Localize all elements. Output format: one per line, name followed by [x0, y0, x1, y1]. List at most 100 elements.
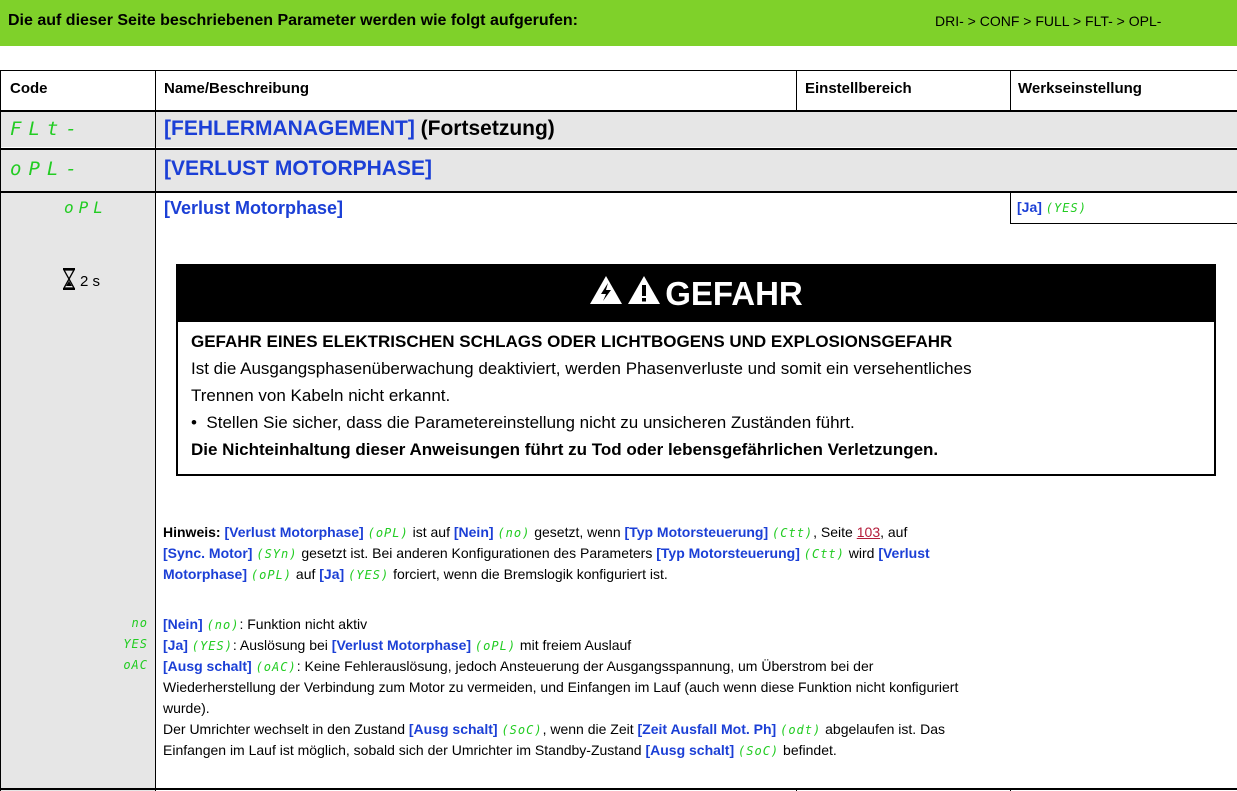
danger-box: GEFAHR GEFAHR EINES ELEKTRISCHEN SCHLAGS… — [176, 264, 1216, 476]
option-ref-code: (oPL) — [474, 639, 517, 653]
continuation-line-4: Einfangen im Lauf ist möglich, sobald si… — [163, 740, 837, 761]
note-code: (oPL) — [367, 526, 409, 540]
continuation-line-1: Wiederherstellung der Verbindung zum Mot… — [163, 679, 959, 695]
option-text: : Keine Fehlerauslösung, jedoch Ansteuer… — [296, 658, 874, 674]
electric-hazard-icon — [589, 275, 623, 313]
note-ref-param: [Verlust — [878, 545, 930, 561]
note-text: gesetzt, wenn — [530, 524, 625, 540]
danger-warning: Die Nichteinhaltung dieser Anweisungen f… — [191, 440, 939, 459]
cont-text: abgelaufen ist. Das — [821, 721, 945, 737]
top-banner: Die auf dieser Seite beschriebenen Param… — [0, 0, 1237, 46]
option-yes: [Ja] (YES): Auslösung bei [Verlust Motor… — [163, 635, 631, 656]
note-ref-param: [Nein] — [453, 524, 494, 540]
cont-text: Der Umrichter wechselt in den Zustand — [163, 721, 409, 737]
note-code: (Ctt) — [803, 547, 845, 561]
danger-bullet: • Stellen Sie sicher, dass die Parameter… — [191, 409, 1214, 436]
table-left-border — [0, 70, 1, 791]
note-text: auf — [292, 566, 320, 582]
note-text: wird — [844, 545, 879, 561]
cont-text: , wenn die Zeit — [542, 721, 638, 737]
note-text: forciert, wenn die Bremslogik konfigurie… — [389, 566, 668, 582]
note-ref-param: Motorphase] — [163, 566, 247, 582]
row-opl-menu-title: [VERLUST MOTORPHASE] — [164, 157, 432, 180]
header-bottom-border — [0, 110, 1237, 112]
table-top-border — [0, 70, 1237, 71]
row-opl-title: [Verlust Motorphase] — [164, 198, 344, 218]
access-path-lead: Die auf dieser Seite beschriebenen Param… — [8, 12, 578, 29]
code-opl: oPL — [64, 198, 108, 217]
cont-text: befindet. — [779, 742, 837, 758]
option-ref-param: [Verlust Motorphase] — [331, 637, 472, 653]
note-code: (oPL) — [250, 568, 293, 582]
note-label: Hinweis: — [163, 524, 221, 540]
change-time-value: 2 s — [80, 272, 101, 290]
row-flt-bottom-border — [0, 148, 1237, 150]
bullet-icon: • — [191, 413, 207, 432]
option-label: [Nein] — [163, 616, 203, 632]
note-ref-param: [Typ Motorsteuerung] — [624, 524, 769, 540]
note-text: ist auf — [408, 524, 454, 540]
danger-header: GEFAHR — [178, 266, 1214, 322]
option-text: mit freiem Auslauf — [516, 637, 632, 653]
cont-ref-param: [Ausg schalt] — [408, 721, 498, 737]
row-flt-title: [FEHLERMANAGEMENT] (Fortsetzung) — [164, 117, 555, 141]
option-paren-code: (YES) — [191, 639, 233, 653]
cont-code: (SoC) — [738, 744, 780, 758]
danger-subtitle: GEFAHR EINES ELEKTRISCHEN SCHLAGS ODER L… — [191, 332, 953, 351]
note-ref-param: [Verlust Motorphase] — [224, 524, 364, 540]
factory-setting-cell: [Ja] (YES) — [1010, 192, 1237, 224]
option-paren-code: (oAC) — [255, 660, 297, 674]
note-line-2: [Sync. Motor] (SYn) gesetzt ist. Bei and… — [163, 543, 930, 564]
change-time-indicator: 2 s — [62, 268, 100, 294]
option-no: [Nein] (no): Funktion nicht aktiv — [163, 614, 367, 635]
cont-text: Einfangen im Lauf ist möglich, sobald si… — [163, 742, 646, 758]
danger-line-2: Trennen von Kabeln nicht erkannt. — [191, 386, 451, 405]
option-code-no: no — [131, 616, 148, 630]
note-code: (SYn) — [256, 547, 298, 561]
code-column-divider — [155, 70, 156, 791]
cont-ref-param: [Ausg schalt] — [645, 742, 735, 758]
cont-code: (odt) — [780, 723, 822, 737]
code-flt: FLt- — [10, 118, 84, 140]
factory-column-divider — [1010, 70, 1011, 111]
factory-setting-label: [Ja] — [1017, 199, 1042, 215]
danger-line-1: Ist die Ausgangsphasenüberwachung deakti… — [191, 359, 972, 378]
note-text: gesetzt ist. Bei anderen Konfigurationen… — [297, 545, 657, 561]
note-code: (YES) — [348, 568, 390, 582]
flt-menu-name: [FEHLERMANAGEMENT] — [164, 117, 415, 140]
option-label: [Ja] — [163, 637, 188, 653]
option-code-oac: oAC — [123, 658, 148, 672]
note-line-1: Hinweis: [Verlust Motorphase] (oPL) ist … — [163, 522, 907, 543]
header-name: Name/Beschreibung — [164, 80, 310, 97]
page-link[interactable]: 103 — [857, 524, 880, 540]
note-ref-param: [Sync. Motor] — [163, 545, 253, 561]
header-code: Code — [10, 80, 48, 97]
note-code: (no) — [497, 526, 531, 540]
option-text: : Auslösung bei — [232, 637, 332, 653]
menu-access-path: DRI- > CONF > FULL > FLT- > OPL- — [935, 13, 1162, 29]
range-column-divider — [796, 70, 797, 111]
code-opl-menu: oPL- — [10, 158, 84, 180]
option-code-yes: YES — [123, 637, 148, 651]
continuation-line-3: Der Umrichter wechselt in den Zustand [A… — [163, 719, 945, 740]
option-oac: [Ausg schalt] (oAC): Keine Fehlerauslösu… — [163, 656, 873, 677]
cont-code: (SoC) — [501, 723, 543, 737]
row-opl-bottom-border — [0, 788, 1237, 790]
factory-setting-code: (YES) — [1045, 201, 1087, 215]
note-text: , auf — [880, 524, 908, 540]
header-range: Einstellbereich — [805, 80, 912, 97]
note-code: (Ctt) — [772, 526, 814, 540]
hourglass-icon — [62, 268, 76, 294]
danger-body: GEFAHR EINES ELEKTRISCHEN SCHLAGS ODER L… — [178, 322, 1214, 463]
warning-triangle-icon — [627, 275, 661, 313]
option-text: : Funktion nicht aktiv — [239, 616, 368, 632]
note-line-3: Motorphase] (oPL) auf [Ja] (YES) forcier… — [163, 564, 668, 585]
note-ref-param: [Typ Motorsteuerung] — [656, 545, 800, 561]
note-ref-param: [Ja] — [319, 566, 345, 582]
cont-ref-param: [Zeit Ausfall Mot. Ph] — [637, 721, 777, 737]
continuation-line-2: wurde). — [163, 700, 210, 716]
header-factory: Werkseinstellung — [1018, 80, 1142, 97]
danger-title: GEFAHR — [665, 275, 803, 312]
note-text: , Seite — [813, 524, 857, 540]
danger-bullet-text: Stellen Sie sicher, dass die Parameterei… — [206, 413, 855, 432]
